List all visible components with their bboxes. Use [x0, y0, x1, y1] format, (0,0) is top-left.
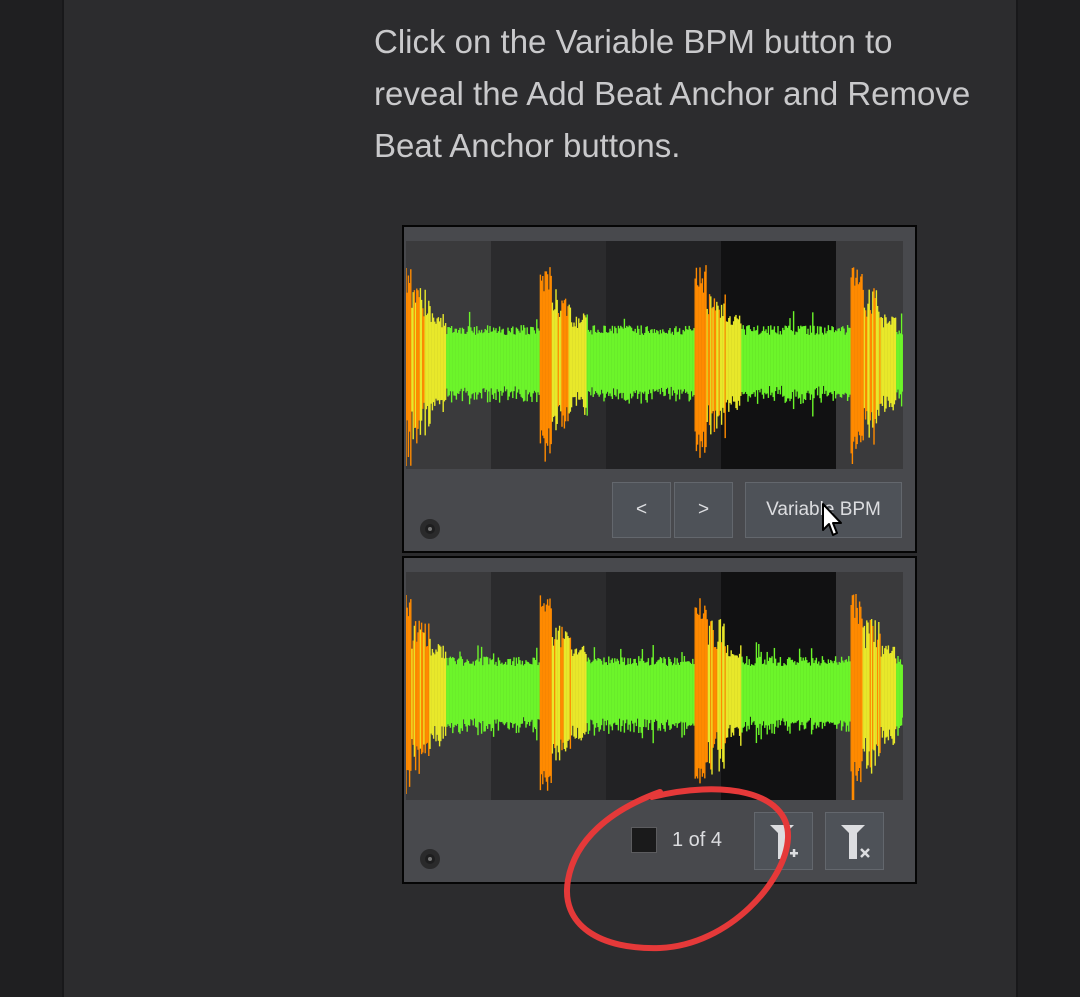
beat-anchor-checkbox[interactable]: [631, 827, 657, 853]
beat-anchor-counter: 1 of 4: [672, 829, 723, 851]
remove-beat-anchor-button[interactable]: [825, 812, 884, 870]
add-beat-anchor-button[interactable]: [754, 812, 813, 870]
status-dot-icon: [420, 849, 440, 869]
instruction-text: Click on the Variable BPM button to reve…: [374, 23, 971, 164]
add-beat-anchor-icon: [769, 825, 798, 859]
beatgrid-panel-before: < > Variable BPM: [402, 225, 917, 553]
mouse-cursor-icon: [822, 503, 842, 536]
waveform-display[interactable]: [406, 241, 903, 469]
status-dot-icon: [420, 519, 440, 539]
previous-button[interactable]: <: [612, 482, 671, 538]
waveform: [406, 594, 903, 800]
remove-beat-anchor-icon: [840, 825, 870, 859]
beatgrid-panel-after: 1 of 4: [402, 556, 917, 884]
next-button[interactable]: >: [674, 482, 733, 538]
waveform: [406, 265, 903, 467]
waveform-display[interactable]: [406, 572, 903, 800]
